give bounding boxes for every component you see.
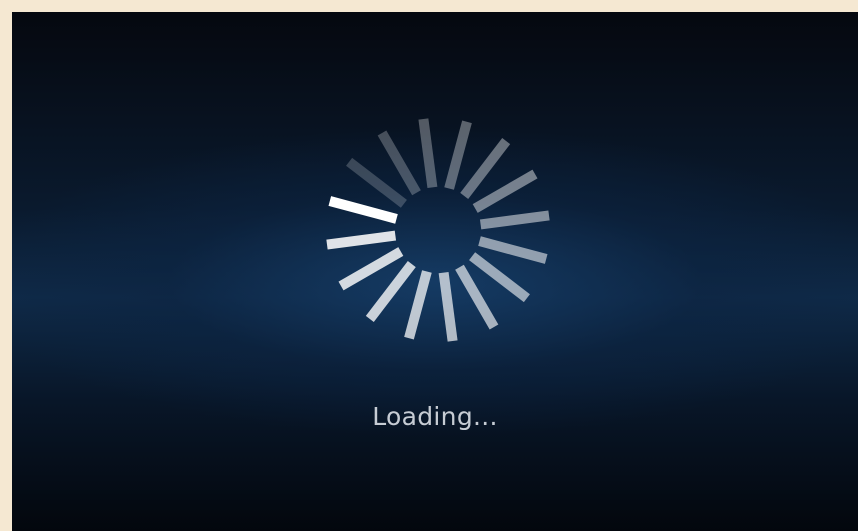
loading-screen: Loading... <box>12 12 858 531</box>
spinner-segment <box>346 157 407 208</box>
spinner-segment <box>326 230 397 250</box>
spinner-segment <box>377 130 421 196</box>
spinner-segment <box>444 120 472 190</box>
spinner-segment <box>460 138 511 199</box>
spinner-segment <box>365 261 416 322</box>
spinner-segment <box>478 236 548 264</box>
spinner-segment <box>438 271 458 342</box>
screenshot-frame: Loading... <box>0 0 858 531</box>
spinner-segment <box>472 169 538 213</box>
spinner-segment <box>455 264 499 330</box>
spinner-segment <box>479 210 550 230</box>
spinner-segment <box>338 247 404 291</box>
spinner-segment <box>404 270 432 340</box>
loading-status-text: Loading... <box>372 402 498 431</box>
spinner-segment <box>418 118 438 189</box>
spinner-segment <box>328 196 398 224</box>
spinner-segment <box>469 252 530 303</box>
loading-spinner-icon <box>326 118 550 342</box>
